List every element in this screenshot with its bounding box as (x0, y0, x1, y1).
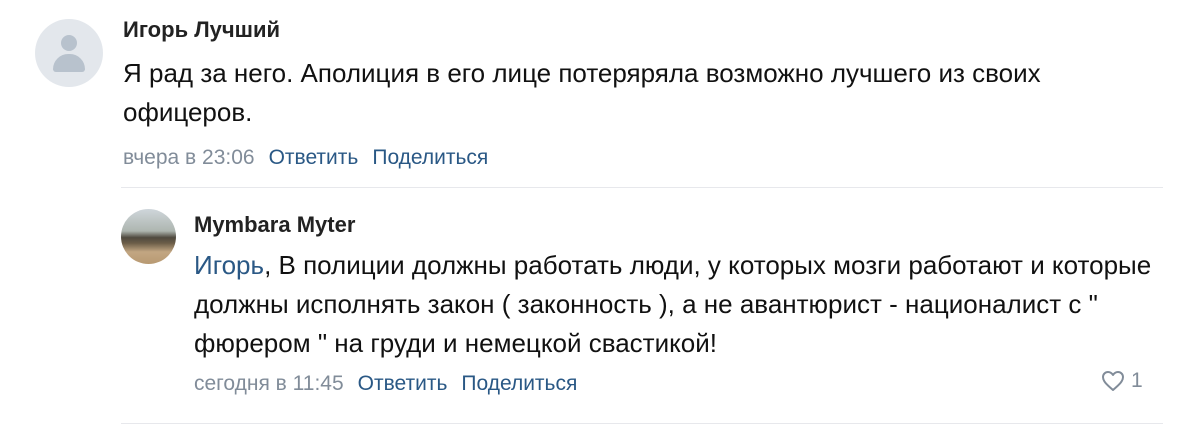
share-button[interactable]: Поделиться (461, 372, 577, 395)
comment-text: Игорь, В полиции должны работать люди, у… (194, 246, 1169, 363)
comment-divider (121, 423, 1163, 424)
comment-author[interactable]: Игорь Лучший (123, 17, 280, 43)
avatar-body-shape (53, 54, 85, 72)
comment-body: , В полиции должны работать люди, у кото… (194, 250, 1152, 358)
reply-button[interactable]: Ответить (358, 372, 448, 395)
reply-button[interactable]: Ответить (269, 146, 359, 169)
share-button[interactable]: Поделиться (372, 146, 488, 169)
comment-meta: вчера в 23:06 Ответить Поделиться (123, 146, 488, 170)
comment-meta: сегодня в 11:45 Ответить Поделиться (194, 372, 577, 396)
mention-link[interactable]: Игорь (194, 250, 264, 280)
avatar[interactable] (121, 209, 176, 264)
comment-timestamp[interactable]: сегодня в 11:45 (194, 372, 344, 395)
comment-timestamp[interactable]: вчера в 23:06 (123, 146, 255, 169)
avatar[interactable] (35, 19, 103, 87)
comment-author[interactable]: Mymbara Myter (194, 212, 355, 238)
comment-divider (121, 187, 1163, 188)
comment-text: Я рад за него. Аполиция в его лице потер… (123, 58, 1041, 127)
avatar-head-shape (61, 35, 77, 51)
like-button[interactable]: 1 (1101, 369, 1143, 393)
heart-icon (1102, 371, 1124, 391)
like-count: 1 (1131, 369, 1143, 392)
